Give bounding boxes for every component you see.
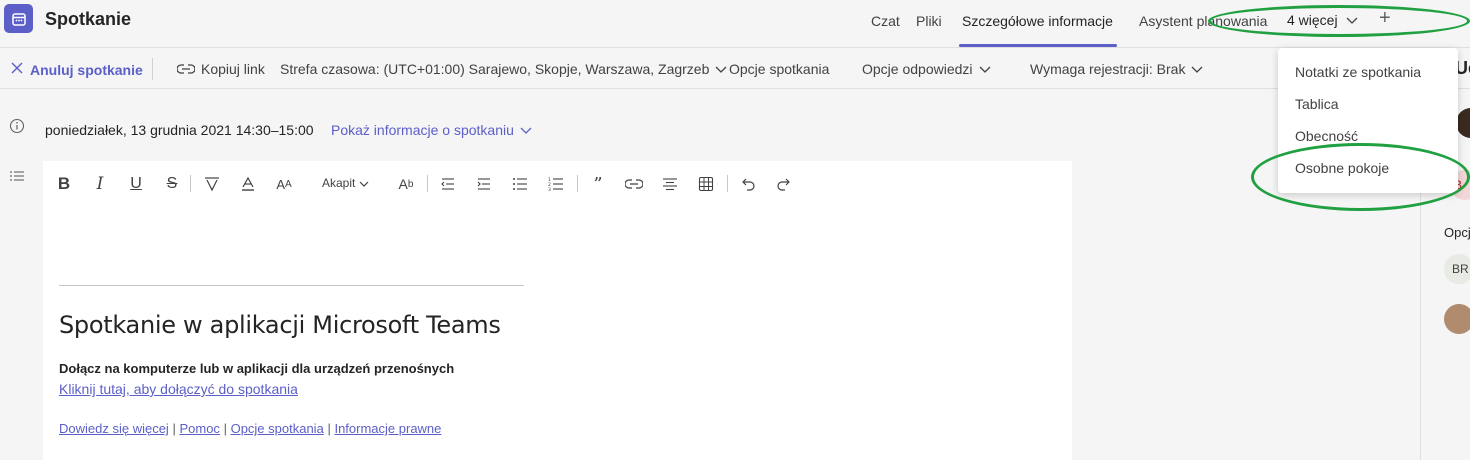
underline-icon[interactable]: U (126, 174, 146, 194)
decrease-indent-icon[interactable] (438, 174, 458, 194)
toolbar-divider (577, 175, 578, 192)
command-bar: Anuluj spotkanie Kopiuj link Strefa czas… (0, 49, 1470, 89)
active-tab-indicator (959, 44, 1117, 47)
response-options-dropdown[interactable]: Opcje odpowiedzi (862, 61, 991, 77)
bold-icon[interactable]: B (54, 174, 74, 194)
options-label: Opcje (1444, 225, 1470, 240)
registration-label: Wymaga rejestracji: Brak (1030, 61, 1186, 77)
timezone-dropdown[interactable]: Strefa czasowa: (UTC+01:00) Sarajewo, Sk… (280, 61, 727, 77)
timezone-label: Strefa czasowa: (UTC+01:00) Sarajewo, Sk… (280, 61, 710, 77)
link-icon (176, 61, 196, 77)
clear-formatting-icon[interactable]: Ab (396, 174, 416, 194)
meeting-date: poniedziałek, 13 grudnia 2021 14:30–15:0… (45, 122, 314, 138)
chevron-down-icon (359, 176, 369, 190)
quote-icon[interactable]: ” (588, 174, 608, 195)
close-icon (10, 61, 24, 78)
redo-icon[interactable] (774, 174, 794, 194)
page-title: Spotkanie (45, 9, 132, 29)
italic-icon[interactable]: I (90, 174, 110, 194)
divider (152, 58, 153, 80)
avatar-initials: BR (1452, 262, 1469, 276)
show-meeting-info-button[interactable]: Pokaż informacje o spotkaniu (331, 122, 532, 138)
description-editor[interactable]: B I U S AA Akapit Ab 123 ” Spotkanie w a… (43, 161, 1072, 460)
footer-separator: | (172, 421, 176, 436)
format-toolbar: B I U S AA Akapit Ab 123 ” (43, 161, 1072, 205)
paragraph-style-dropdown[interactable]: Akapit (322, 176, 369, 190)
numbered-list-icon[interactable]: 123 (546, 174, 566, 194)
chevron-down-icon (1191, 61, 1203, 77)
font-size-icon[interactable]: AA (274, 174, 294, 194)
align-center-icon[interactable] (660, 174, 680, 194)
join-instructions: Dołącz na komputerze lub w aplikacji dla… (59, 361, 455, 376)
learn-more-link[interactable]: Dowiedz się więcej (59, 421, 169, 436)
table-icon[interactable] (696, 174, 716, 194)
annotation-ellipse (1208, 5, 1470, 37)
cancel-meeting-button[interactable]: Anuluj spotkanie (10, 61, 143, 78)
chevron-down-icon (979, 61, 991, 77)
meeting-heading: Spotkanie w aplikacji Microsoft Teams (59, 311, 501, 339)
join-meeting-link[interactable]: Kliknij tutaj, aby dołączyć do spotkania (59, 381, 298, 397)
toolbar-divider (190, 175, 191, 192)
increase-indent-icon[interactable] (474, 174, 494, 194)
description-list-icon (9, 169, 25, 188)
avatar[interactable] (1444, 304, 1470, 334)
meeting-options-link[interactable]: Opcje spotkania (231, 421, 324, 436)
chevron-down-icon (520, 122, 532, 138)
footer-links: Dowiedz się więcej | Pomoc | Opcje spotk… (59, 421, 441, 436)
paragraph-style-label: Akapit (322, 176, 356, 190)
svg-text:3: 3 (548, 187, 551, 191)
help-link[interactable]: Pomoc (179, 421, 219, 436)
registration-dropdown[interactable]: Wymaga rejestracji: Brak (1030, 61, 1203, 77)
cancel-meeting-label: Anuluj spotkanie (30, 61, 143, 78)
copy-link-label: Kopiuj link (201, 61, 265, 77)
tab-chat[interactable]: Czat (871, 13, 900, 29)
toolbar-divider (427, 175, 428, 192)
response-options-label: Opcje odpowiedzi (862, 61, 973, 77)
divider (59, 285, 524, 286)
calendar-icon (4, 4, 33, 33)
menu-item-meeting-notes[interactable]: Notatki ze spotkania (1278, 56, 1458, 88)
undo-icon[interactable] (738, 174, 758, 194)
font-color-icon[interactable] (238, 174, 258, 194)
highlight-icon[interactable] (202, 174, 222, 194)
meeting-options-button[interactable]: Opcje spotkania (729, 61, 829, 77)
tab-details[interactable]: Szczegółowe informacje (962, 13, 1113, 29)
bullet-list-icon[interactable] (510, 174, 530, 194)
footer-separator: | (327, 421, 331, 436)
show-meeting-info-label: Pokaż informacje o spotkaniu (331, 122, 514, 138)
avatar[interactable]: BR (1444, 254, 1470, 284)
legal-info-link[interactable]: Informacje prawne (334, 421, 441, 436)
copy-link-button[interactable]: Kopiuj link (176, 61, 265, 77)
annotation-ellipse (1251, 143, 1470, 211)
footer-separator: | (223, 421, 227, 436)
tab-files[interactable]: Pliki (916, 13, 942, 29)
strikethrough-icon[interactable]: S (162, 174, 182, 194)
link-icon[interactable] (624, 174, 644, 194)
toolbar-divider (727, 175, 728, 192)
chevron-down-icon (715, 61, 727, 77)
info-icon (9, 118, 25, 139)
menu-item-whiteboard[interactable]: Tablica (1278, 88, 1458, 120)
